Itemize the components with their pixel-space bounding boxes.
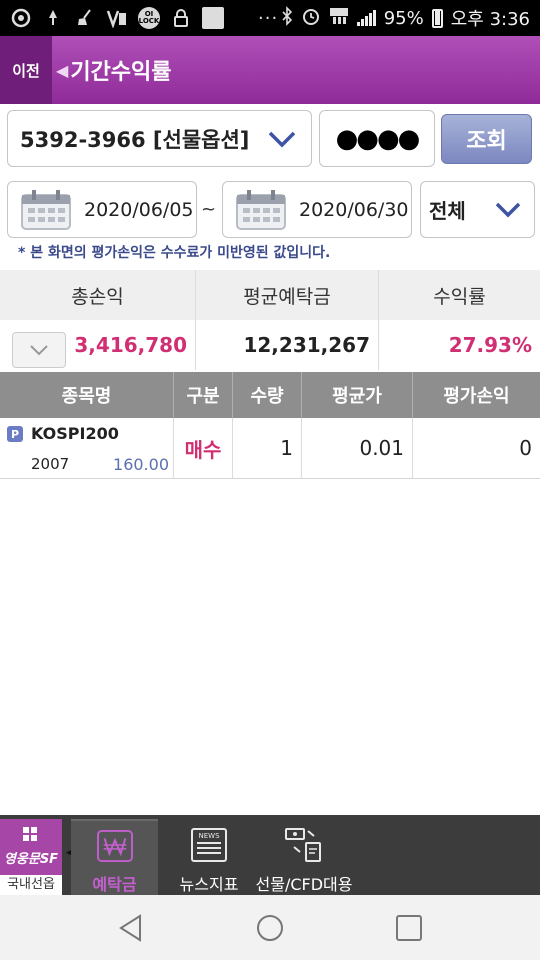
svg-text:NEWS: NEWS — [198, 832, 220, 840]
holding-side: 매수 — [174, 418, 233, 478]
account-value: 5392-3966 [선물옵션] — [20, 127, 250, 152]
page-title: 기간수익률 — [70, 60, 172, 85]
clock: 오후 3:36 — [450, 9, 530, 30]
v3-icon — [106, 7, 128, 29]
col-name: 종목명 — [0, 372, 174, 418]
avg-deposit-value: 12,231,267 — [196, 320, 379, 370]
won-icon — [96, 829, 133, 863]
filter-select[interactable]: 전체 — [420, 181, 535, 238]
system-home-icon[interactable] — [255, 913, 285, 943]
period-row: 2020/06/05 ~ 2020/06/30 전체 — [0, 181, 540, 239]
signal-icon — [356, 10, 376, 26]
chevron-down-icon — [30, 345, 48, 356]
search-button-label: 조회 — [466, 129, 507, 154]
account-row: 5392-3966 [선물옵션] ●●●● 조회 — [0, 110, 540, 168]
network-icon — [329, 6, 349, 31]
nav-futures-cfd-label: 선물/CFD대용 — [255, 875, 353, 894]
app-header: 이전 ◀ 기간수익률 — [0, 36, 540, 104]
holding-expiry: 2007 — [31, 455, 70, 473]
holding-strike: 160.00 — [113, 455, 169, 474]
summary-header: 총손익 평균예탁금 수익률 — [0, 270, 540, 320]
filter-value: 전체 — [429, 199, 466, 223]
system-recents-icon[interactable] — [394, 913, 424, 943]
account-select[interactable]: 5392-3966 [선물옵션] — [7, 110, 312, 167]
broom-icon — [74, 7, 96, 29]
password-field[interactable]: ●●●● — [319, 110, 435, 167]
home-menu-label: 국내선옵 — [0, 875, 62, 895]
lock-app-icon: OI LOCK — [138, 7, 160, 29]
end-date-field[interactable]: 2020/06/30 — [222, 181, 412, 238]
padlock-icon — [170, 7, 192, 29]
back-button[interactable]: 이전 — [0, 36, 52, 104]
table-row[interactable]: P KOSPI200 2007 160.00 매수 1 0.01 0 — [0, 418, 540, 479]
start-date-value: 2020/06/05 — [84, 198, 194, 221]
search-button[interactable]: 조회 — [441, 114, 532, 164]
calendar-icon — [21, 189, 71, 230]
nav-news[interactable]: NEWS 뉴스지표 — [168, 819, 250, 895]
summary-values: 3,416,780 12,231,267 27.93% — [0, 320, 540, 370]
back-label: 이전 — [12, 61, 40, 80]
chevron-down-icon — [495, 202, 521, 218]
calendar-icon — [236, 189, 286, 230]
col-qty: 수량 — [233, 372, 302, 418]
alert-notification-icon — [42, 7, 64, 29]
home-menu-button[interactable]: 영웅문SF 국내선옵 — [0, 819, 62, 895]
col-side: 구분 — [174, 372, 233, 418]
holding-qty: 1 — [233, 418, 302, 478]
holding-avg-price: 0.01 — [302, 418, 413, 478]
col-avg-price: 평균가 — [302, 372, 413, 418]
expand-summary-button[interactable] — [12, 332, 66, 368]
news-icon: NEWS — [191, 828, 227, 862]
put-badge: P — [7, 426, 23, 442]
holding-name-cell: P KOSPI200 2007 160.00 — [0, 418, 174, 478]
start-date-field[interactable]: 2020/06/05 — [7, 181, 197, 238]
holding-eval-pnl: 0 — [519, 436, 532, 460]
return-rate-value: 27.93% — [448, 333, 532, 357]
fee-notice: * 본 화면의 평가손익은 수수료가 미반영된 값입니다. — [18, 245, 331, 261]
alarm-icon — [301, 6, 321, 31]
holdings-table-header: 종목명 구분 수량 평균가 평가손익 — [0, 372, 540, 418]
exchange-icon — [285, 828, 321, 862]
battery-percent: 95% — [383, 7, 424, 29]
nav-deposit-label: 예탁금 — [92, 875, 137, 894]
system-back-icon[interactable] — [116, 913, 146, 943]
holding-name: KOSPI200 — [31, 424, 119, 443]
header-return-rate: 수익률 — [433, 285, 486, 308]
bluetooth-icon — [281, 5, 293, 31]
system-navigation-bar — [0, 895, 540, 960]
end-date-value: 2020/06/30 — [299, 198, 409, 221]
nav-futures-cfd[interactable]: 선물/CFD대용 — [255, 819, 353, 895]
nav-news-label: 뉴스지표 — [179, 875, 239, 894]
more-notifications-icon: ··· — [258, 7, 279, 29]
status-bar: OI LOCK ··· 95% 오후 3:36 — [0, 0, 540, 36]
col-eval-pnl: 평가손익 — [443, 386, 510, 407]
app-notification-icon — [10, 7, 32, 29]
header-avg-deposit: 평균예탁금 — [196, 270, 379, 320]
header-total-pnl: 총손익 — [0, 270, 196, 320]
grid-icon — [23, 827, 37, 841]
date-separator: ~ — [201, 199, 217, 220]
password-value: ●●●● — [335, 123, 421, 154]
battery-icon — [431, 8, 443, 28]
back-arrow-icon: ◀ — [56, 60, 69, 80]
nav-deposit[interactable]: 예탁금 — [71, 819, 158, 895]
bottom-navigation: 영웅문SF 국내선옵 ◀ 예탁금 NEWS 뉴스지표 선물/CFD대용 — [0, 815, 540, 895]
app-brand: 영웅문SF — [3, 852, 59, 867]
chevron-down-icon — [268, 131, 296, 148]
image-notification-icon — [202, 7, 224, 29]
